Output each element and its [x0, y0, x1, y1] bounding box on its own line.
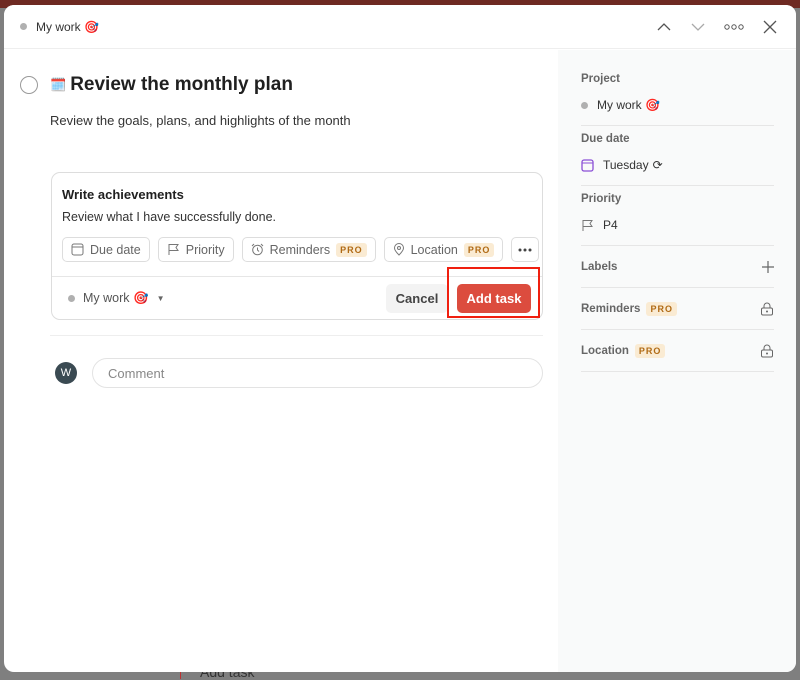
pro-badge: PRO — [463, 242, 495, 257]
comment-input[interactable]: Comment — [92, 358, 543, 388]
reminders-chip[interactable]: Reminders PRO — [241, 237, 376, 262]
more-actions-button[interactable] — [722, 17, 746, 37]
caret-down-icon: ▼ — [156, 294, 165, 303]
pro-badge: PRO — [336, 242, 367, 257]
subtask-editor: Write achievements Review what I have su… — [51, 172, 543, 320]
priority-label: Priority — [185, 242, 225, 257]
calendar-icon — [71, 243, 84, 256]
location-heading: Location — [581, 344, 629, 357]
pro-badge: PRO — [646, 301, 677, 316]
flag-icon — [582, 219, 593, 231]
due-date-heading: Due date — [581, 133, 630, 145]
avatar: W — [55, 362, 77, 384]
labels-heading: Labels — [581, 260, 618, 273]
more-icon — [518, 248, 532, 251]
project-field[interactable]: My work 🎯 — [581, 98, 774, 112]
lock-icon — [761, 302, 773, 315]
reminders-heading: Reminders — [581, 302, 641, 315]
project-selector[interactable]: My work 🎯 ▼ — [68, 291, 165, 306]
project-value: My work 🎯 — [597, 98, 660, 112]
task-description[interactable]: Review the goals, plans, and highlights … — [50, 113, 351, 128]
priority-value: P4 — [603, 218, 618, 232]
chevron-up-icon — [657, 22, 671, 30]
task-title[interactable]: Review the monthly plan — [70, 74, 293, 96]
chevron-down-icon — [691, 23, 705, 31]
location-label: Location — [410, 242, 458, 257]
project-selector-label: My work 🎯 — [83, 291, 149, 305]
previous-task-button[interactable] — [654, 17, 674, 37]
task-main: 🗓️ Review the monthly plan Review the go… — [4, 50, 558, 672]
reminders-label: Reminders — [269, 242, 331, 257]
divider — [50, 335, 543, 336]
subtask-description-input[interactable]: Review what I have successfully done. — [62, 210, 276, 224]
calendar-emoji-icon: 🗓️ — [50, 77, 67, 92]
cancel-button[interactable]: Cancel — [386, 284, 448, 313]
calendar-icon — [581, 158, 594, 172]
task-sidebar: Project My work 🎯 Due date Tuesday ⟳ Pri… — [558, 50, 796, 672]
project-dot-icon — [68, 295, 75, 302]
project-dot-icon — [581, 101, 588, 109]
due-date-label: Due date — [90, 242, 141, 257]
due-date-value: Tuesday — [603, 158, 649, 172]
modal-header: My work 🎯 — [4, 5, 796, 49]
close-icon — [763, 20, 777, 33]
priority-heading: Priority — [581, 193, 622, 205]
location-field[interactable]: Location PRO — [581, 337, 774, 364]
due-date-chip[interactable]: Due date — [62, 237, 150, 262]
pro-badge: PRO — [634, 343, 666, 358]
task-detail-modal: My work 🎯 🗓️ Review the monthly plan Rev… — [4, 5, 796, 672]
flag-icon — [168, 244, 179, 255]
add-task-button[interactable]: Add task — [457, 284, 531, 313]
priority-field[interactable]: P4 — [581, 218, 774, 232]
location-chip[interactable]: Location PRO — [383, 237, 504, 262]
more-options-chip[interactable] — [511, 237, 540, 262]
project-dot-icon — [20, 23, 27, 30]
more-icon — [724, 23, 744, 30]
plus-icon[interactable] — [762, 260, 774, 273]
lock-icon — [761, 344, 773, 357]
reminders-field[interactable]: Reminders PRO — [581, 295, 774, 322]
location-pin-icon — [393, 243, 404, 256]
priority-chip[interactable]: Priority — [157, 237, 234, 262]
subtask-name-input[interactable]: Write achievements — [62, 187, 184, 202]
breadcrumb-project-label: My work 🎯 — [36, 19, 99, 34]
project-heading: Project — [581, 73, 620, 85]
breadcrumb-project[interactable]: My work 🎯 — [20, 20, 99, 34]
close-button[interactable] — [760, 17, 780, 37]
due-date-field[interactable]: Tuesday ⟳ — [581, 158, 774, 172]
complete-task-checkbox[interactable] — [20, 76, 38, 94]
alarm-clock-icon — [251, 243, 263, 256]
labels-field[interactable]: Labels — [581, 253, 774, 280]
recurring-icon: ⟳ — [652, 158, 663, 172]
next-task-button[interactable] — [688, 17, 708, 37]
